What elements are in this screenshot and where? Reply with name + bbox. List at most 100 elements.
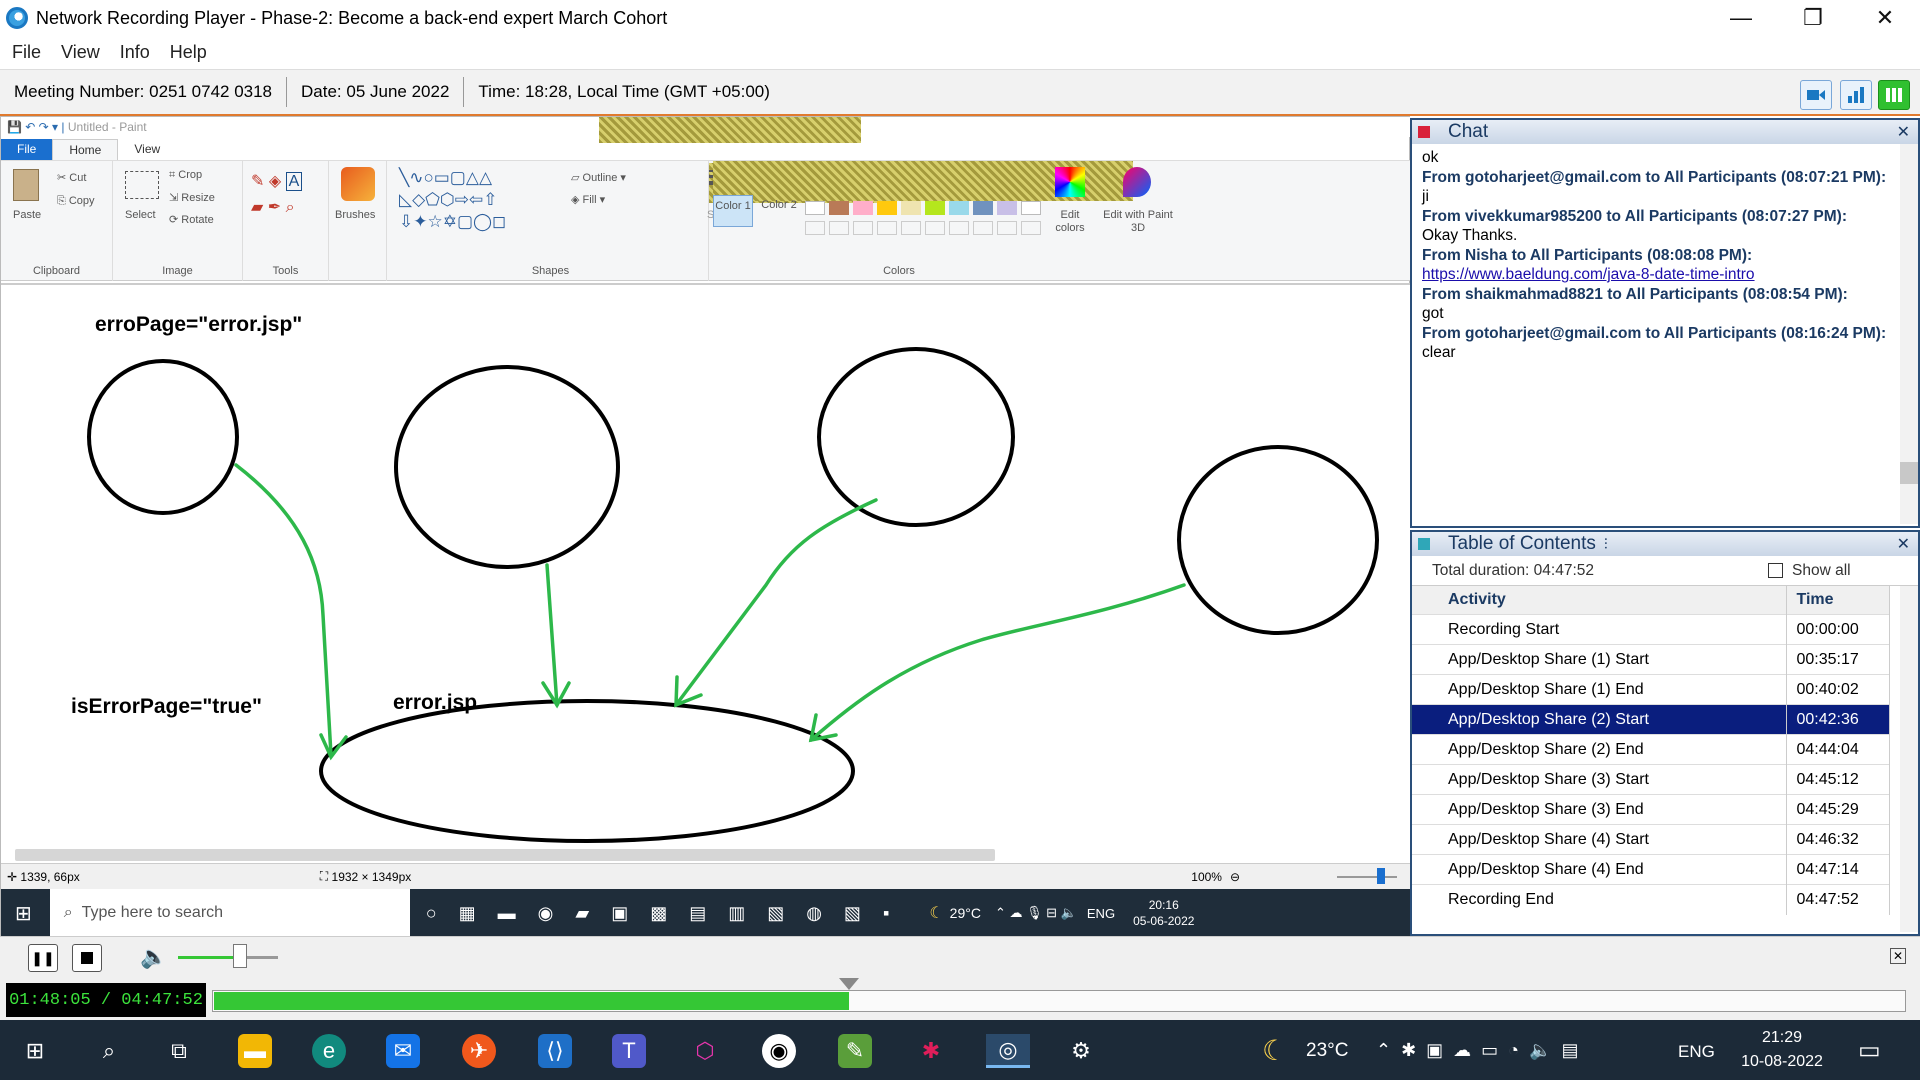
minimize-button[interactable]: — xyxy=(1706,0,1776,36)
paint-tab-home[interactable]: Home xyxy=(52,139,119,160)
pause-button[interactable]: ❚❚ xyxy=(28,944,58,972)
meeting-date: Date: 05 June 2022 xyxy=(287,77,465,107)
volume-thumb[interactable] xyxy=(233,944,247,968)
volume-icon[interactable]: 🔈 xyxy=(140,944,167,970)
file-explorer-icon[interactable]: ▬ xyxy=(238,1034,272,1068)
table-row-selected[interactable]: App/Desktop Share (2) Start 00:42:36 xyxy=(1412,704,1890,735)
brushes-button[interactable]: Brushes xyxy=(335,209,375,221)
notification-icon[interactable]: ▭ xyxy=(1858,1036,1881,1065)
close-player-icon[interactable]: ✕ xyxy=(1890,948,1906,964)
menu-info[interactable]: Info xyxy=(120,42,150,63)
paint-canvas[interactable]: erroPage="error.jsp" isErrorPage="true" … xyxy=(1,283,1411,863)
paint-tab-view[interactable]: View xyxy=(118,139,176,160)
color-palette[interactable] xyxy=(805,201,1045,237)
toc-scrollbar[interactable] xyxy=(1900,586,1918,932)
mail-icon[interactable]: ✉ xyxy=(386,1034,420,1068)
zoom-slider-thumb[interactable] xyxy=(1377,868,1385,884)
slack-icon[interactable]: ✱ xyxy=(914,1034,948,1068)
chat-scrollbar[interactable] xyxy=(1900,144,1918,524)
row-activity: App/Desktop Share (4) End xyxy=(1412,854,1787,885)
grid-icon[interactable] xyxy=(1878,80,1910,110)
edge-icon[interactable]: e xyxy=(312,1034,346,1068)
show-all-checkbox[interactable] xyxy=(1768,563,1783,578)
brush-icon[interactable] xyxy=(341,167,375,201)
clock[interactable]: 21:29 10-08-2022 xyxy=(1730,1026,1834,1074)
graphql-icon[interactable]: ⬡ xyxy=(688,1034,722,1068)
toc-title: Table of Contents xyxy=(1448,533,1596,554)
task-view-icon[interactable]: ⧉ xyxy=(162,1034,196,1068)
gear-app-icon[interactable]: ⚙ xyxy=(1064,1034,1098,1068)
paint-title: Untitled - Paint xyxy=(67,120,147,134)
search-icon[interactable]: ⌕ xyxy=(92,1034,126,1068)
chart-icon[interactable] xyxy=(1840,80,1872,110)
clock-time: 21:29 xyxy=(1761,1029,1803,1046)
vscode-icon[interactable]: ⟨⟩ xyxy=(538,1034,572,1068)
table-row[interactable]: Recording Start 00:00:00 xyxy=(1412,614,1890,645)
select-icon[interactable] xyxy=(125,171,159,199)
edit-colors-icon[interactable] xyxy=(1055,167,1085,197)
github-icon[interactable]: ◉ xyxy=(762,1034,796,1068)
chat-message: ok xyxy=(1422,149,1439,166)
resize-button[interactable]: ⇲ Resize xyxy=(169,191,215,204)
video-icon[interactable] xyxy=(1800,80,1832,110)
notepad-icon[interactable]: ✎ xyxy=(838,1034,872,1068)
windows-start-icon: ⊞ xyxy=(15,902,32,925)
table-row[interactable]: Recording End 04:47:52 xyxy=(1412,884,1890,915)
close-button[interactable]: ✕ xyxy=(1850,0,1920,36)
close-toc-icon[interactable]: ✕ xyxy=(1897,534,1910,554)
outline-button[interactable]: ▱ Outline ▾ xyxy=(571,171,626,184)
shapes-gallery-icon[interactable]: ╲∿○▭▢△△ ◺◇⬠⬡⇨⇦⇧ ⇩✦☆✡▢◯◻ xyxy=(399,167,559,233)
paint-tab-file[interactable]: File xyxy=(1,139,53,160)
table-row[interactable]: App/Desktop Share (2) End 04:44:04 xyxy=(1412,734,1890,765)
paste-icon[interactable] xyxy=(13,169,39,201)
colors-label: Colors xyxy=(883,265,915,277)
paint-horizontal-scrollbar[interactable] xyxy=(15,849,995,861)
chat-message: clear xyxy=(1422,344,1456,361)
zoom-out-icon[interactable]: ⊖ xyxy=(1230,870,1240,884)
cut-button[interactable]: ✂ Cut xyxy=(57,171,86,184)
edit-paint3d-button[interactable]: Edit with Paint 3D xyxy=(1103,209,1173,235)
pencil-icon[interactable]: ✎ ◈ A xyxy=(251,171,303,191)
system-tray-icons[interactable]: ⌃✱▣☁▭◔🔈▤ xyxy=(1376,1040,1588,1061)
color2-button[interactable]: Color 2 xyxy=(759,195,799,227)
postman-icon[interactable]: ✈ xyxy=(462,1034,496,1068)
col-time[interactable]: Time xyxy=(1786,586,1890,615)
toc-filter-icon[interactable]: ⫶ xyxy=(1604,536,1608,553)
fill-button[interactable]: ◈ Fill ▾ xyxy=(571,193,605,206)
close-chat-icon[interactable]: ✕ xyxy=(1897,122,1910,142)
select-button[interactable]: Select xyxy=(125,209,156,221)
language-indicator[interactable]: ENG xyxy=(1678,1042,1715,1062)
eraser-icon[interactable]: ▰ ✒ ⌕ xyxy=(251,197,295,217)
copy-button[interactable]: ⎘ Copy xyxy=(57,195,95,208)
volume-slider[interactable] xyxy=(178,956,278,959)
image-label: Image xyxy=(162,265,193,277)
table-row[interactable]: App/Desktop Share (4) End 04:47:14 xyxy=(1412,854,1890,885)
windows-start-icon[interactable]: ⊞ xyxy=(18,1034,52,1068)
rotate-button[interactable]: ⟳ Rotate xyxy=(169,213,214,226)
chat-scrollbar-thumb[interactable] xyxy=(1900,462,1918,484)
crop-button[interactable]: ⌗ Crop xyxy=(169,169,202,182)
paint3d-icon[interactable] xyxy=(1123,167,1151,197)
meeting-number: Meeting Number: 0251 0742 0318 xyxy=(0,77,288,107)
table-row[interactable]: App/Desktop Share (4) Start 04:46:32 xyxy=(1412,824,1890,855)
menu-help[interactable]: Help xyxy=(170,42,207,63)
table-row[interactable]: App/Desktop Share (1) Start 00:35:17 xyxy=(1412,644,1890,675)
table-row[interactable]: App/Desktop Share (3) End 04:45:29 xyxy=(1412,794,1890,825)
table-row[interactable]: App/Desktop Share (1) End 00:40:02 xyxy=(1412,674,1890,705)
edit-colors-button[interactable]: Edit colors xyxy=(1045,209,1095,235)
col-activity[interactable]: Activity xyxy=(1412,586,1787,615)
zoom-slider[interactable] xyxy=(1337,876,1397,878)
chat-link[interactable]: https://www.baeldung.com/java-8-date-tim… xyxy=(1422,265,1908,285)
menu-file[interactable]: File xyxy=(12,42,41,63)
paste-button[interactable]: Paste xyxy=(13,209,41,221)
stop-button[interactable] xyxy=(72,944,102,972)
table-row[interactable]: App/Desktop Share (3) Start 04:45:12 xyxy=(1412,764,1890,795)
rotate-label: Rotate xyxy=(181,214,214,226)
toc-panel: Table of Contents ⫶ ✕ Total duration: 04… xyxy=(1410,530,1920,936)
color1-button[interactable]: Color 1 xyxy=(713,195,753,227)
recording-player-icon[interactable]: ◎ xyxy=(986,1034,1030,1068)
seek-thumb[interactable] xyxy=(839,978,859,990)
maximize-button[interactable]: ❐ xyxy=(1778,0,1848,36)
teams-icon[interactable]: T xyxy=(612,1034,646,1068)
menu-view[interactable]: View xyxy=(61,42,100,63)
